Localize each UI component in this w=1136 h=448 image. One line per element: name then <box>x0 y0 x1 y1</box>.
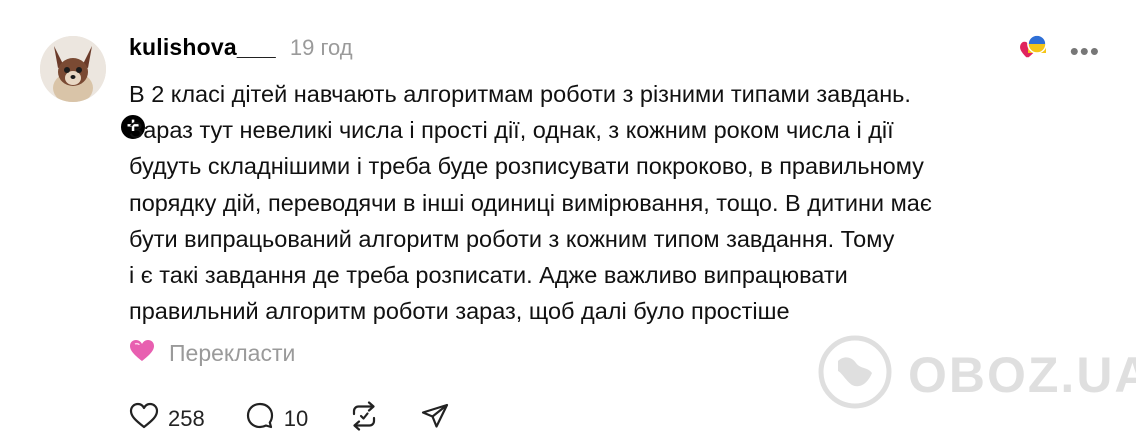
comment-button[interactable]: 10 <box>245 401 308 436</box>
post-text-line: бути випрацьований алгоритм роботи з кож… <box>129 225 895 252</box>
post-text-line: Зараз тут невеликі числа і прості дії, о… <box>129 117 894 144</box>
post-text-line: порядку дій, переводячи в інші одиниці в… <box>129 189 932 216</box>
translate-link[interactable]: Перекласти <box>169 340 295 367</box>
username[interactable]: kulishova___ <box>129 34 276 61</box>
post-body: В 2 класі дітей навчають алгоритмам робо… <box>129 76 1069 329</box>
comment-count: 10 <box>283 405 309 431</box>
share-button[interactable] <box>420 402 450 435</box>
like-button[interactable]: 258 <box>129 402 205 435</box>
repost-button[interactable] <box>348 401 380 436</box>
watermark-text: OBOZ.UA <box>908 346 1136 403</box>
translate-row[interactable]: Перекласти <box>129 339 295 368</box>
post-header: kulishova___ 19 год <box>129 34 353 61</box>
post-text-line: В 2 класі дітей навчають алгоритмам робо… <box>129 81 911 107</box>
repost-icon <box>348 401 380 436</box>
pink-heart-icon <box>129 339 155 368</box>
post-text-line: будуть складнішими і треба буде розписув… <box>129 153 924 180</box>
author-avatar-container[interactable]: + <box>40 36 148 142</box>
post-text-line: правильний алгоритм роботи зараз, щоб да… <box>129 298 790 325</box>
globe-logo-icon <box>816 333 894 416</box>
heart-flag-reaction-icon[interactable] <box>1018 34 1048 67</box>
post-top-actions: ••• <box>1018 34 1100 67</box>
post-text-line: і є такі завдання де треба розписати. Ад… <box>129 262 848 289</box>
more-options-icon[interactable]: ••• <box>1070 38 1100 64</box>
comment-icon <box>245 401 275 436</box>
heart-icon <box>129 402 159 435</box>
send-icon <box>420 402 450 435</box>
avatar[interactable] <box>40 36 106 102</box>
dog-avatar-icon <box>40 36 106 102</box>
watermark: OBOZ.UA <box>816 333 1136 416</box>
like-count: 258 <box>168 405 205 431</box>
post-time[interactable]: 19 год <box>290 35 353 61</box>
post-actions: 258 10 <box>129 401 490 436</box>
